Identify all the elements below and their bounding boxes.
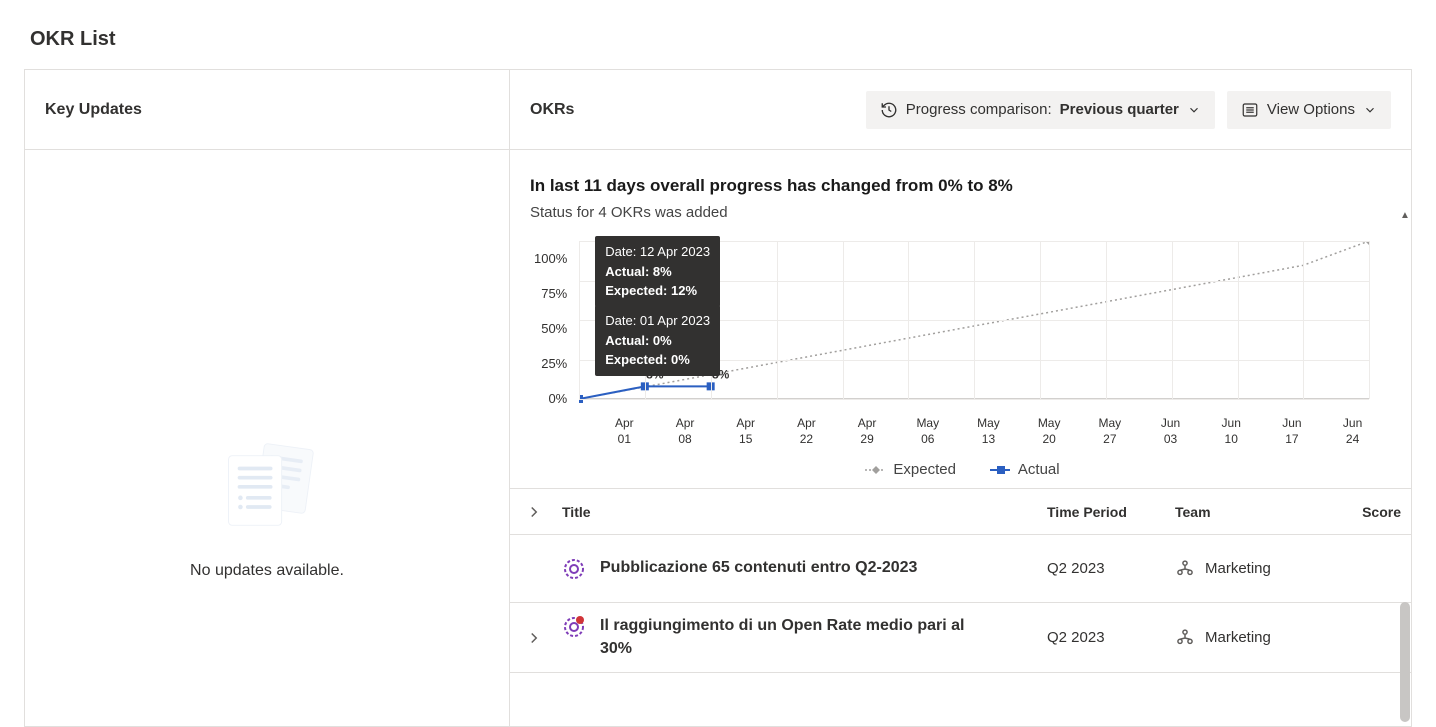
view-options-dropdown[interactable]: View Options [1227,91,1391,129]
team-icon [1175,628,1195,648]
x-axis-tick: Jun10 [1201,416,1262,447]
table-row[interactable]: Il raggiungimento di un Open Rate medio … [510,603,1411,673]
objective-icon [562,557,586,581]
progress-summary: In last 11 days overall progress has cha… [530,176,1391,196]
expand-all-chevron[interactable] [525,503,543,521]
chevron-down-icon [1363,103,1377,117]
x-axis-tick: Apr29 [837,416,898,447]
key-updates-header: Key Updates [45,101,142,119]
chart-legend: Expected Actual [534,447,1391,488]
history-icon [880,101,898,119]
okrs-header: OKRs [530,101,574,119]
okr-period: Q2 2023 [1047,560,1175,577]
progress-chart: 100%75%50%25%0% Date: 12 Apr 2023 Actual… [510,227,1411,488]
table-row[interactable]: Pubblicazione 65 contenuti entro Q2-2023… [510,535,1411,603]
expand-row-chevron[interactable] [525,629,543,647]
x-axis-tick: May27 [1080,416,1141,447]
x-axis-tick: May06 [897,416,958,447]
chart-tooltip: Date: 12 Apr 2023 Actual: 8% Expected: 1… [595,236,720,307]
y-axis-tick: 50% [541,311,567,346]
progress-comparison-dropdown[interactable]: Progress comparison: Previous quarter [866,91,1215,129]
chart-tooltip: Date: 01 Apr 2023 Actual: 0% Expected: 0… [595,305,720,376]
x-axis-tick: Jun03 [1140,416,1201,447]
status-summary: Status for 4 OKRs was added [530,204,1391,221]
x-axis-tick: Apr08 [655,416,716,447]
x-axis-tick: Apr22 [776,416,837,447]
okr-team: Marketing [1175,559,1355,579]
chevron-down-icon [1187,103,1201,117]
y-axis-tick: 75% [541,276,567,311]
y-axis-tick: 25% [541,346,567,381]
okr-title: Pubblicazione 65 contenuti entro Q2-2023 [600,557,917,579]
okr-table: Title Time Period Team Score Pubblicazio… [510,488,1411,673]
team-icon [1175,559,1195,579]
x-axis-tick: Jun17 [1262,416,1323,447]
x-axis-tick: May13 [958,416,1019,447]
okr-team: Marketing [1175,628,1355,648]
scrollbar[interactable]: ▲ [1399,210,1411,726]
okr-title: Il raggiungimento di un Open Rate medio … [600,615,980,660]
x-axis-tick: Apr01 [594,416,655,447]
x-axis-tick: Apr15 [715,416,776,447]
objective-icon [562,615,586,639]
key-updates-panel: Key Updates [25,70,510,726]
x-axis-tick: Jun24 [1322,416,1383,447]
page-title: OKR List [0,0,1436,69]
table-header: Title Time Period Team Score [510,489,1411,535]
okrs-panel: OKRs Progress comparison: Previous quart… [510,70,1411,726]
y-axis-tick: 0% [548,381,567,416]
documents-icon [212,430,322,540]
list-icon [1241,101,1259,119]
y-axis-tick: 100% [534,241,567,276]
okr-period: Q2 2023 [1047,629,1175,646]
x-axis-tick: May20 [1019,416,1080,447]
no-updates-text: No updates available. [190,562,344,580]
